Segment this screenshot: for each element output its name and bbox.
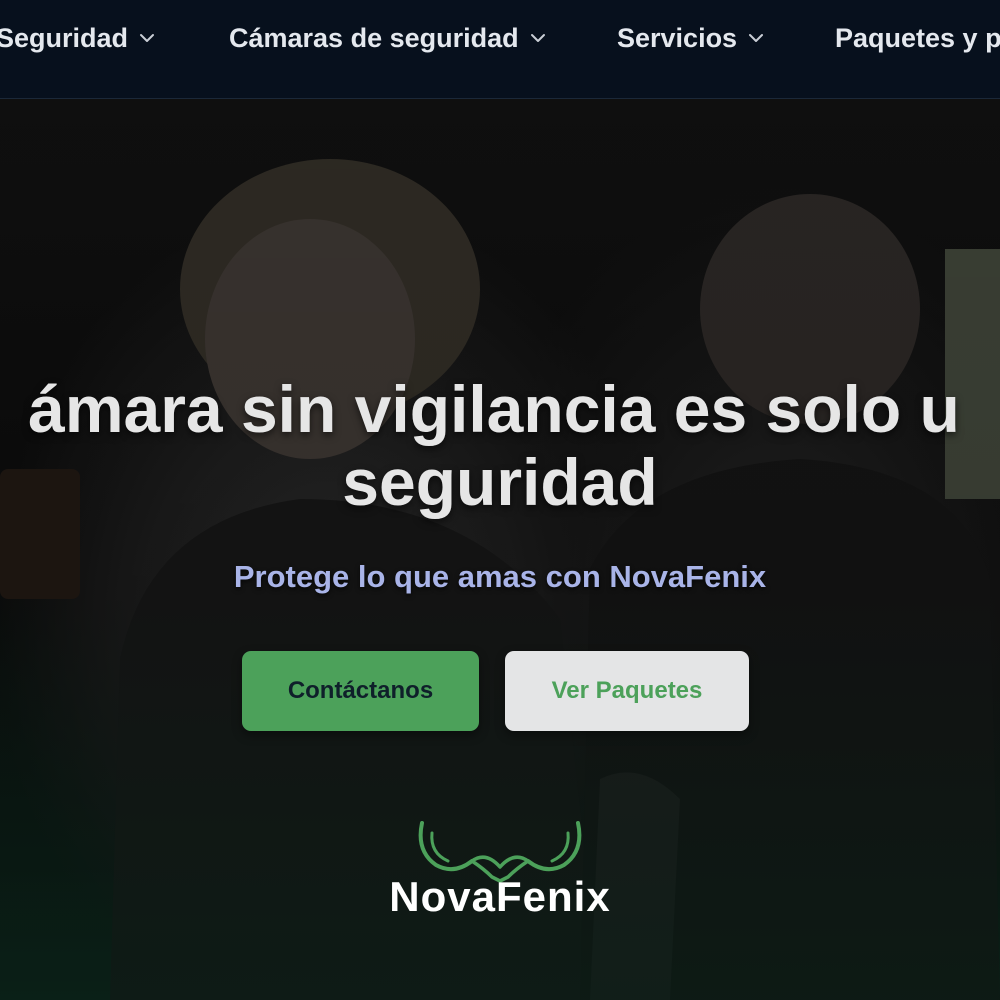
hero-headline-line2: seguridad <box>342 445 658 519</box>
nav-item-seguridad[interactable]: Seguridad <box>0 18 156 58</box>
nav-item-camaras[interactable]: Cámaras de seguridad <box>229 18 547 58</box>
nav-item-servicios[interactable]: Servicios <box>617 18 765 58</box>
view-packages-button[interactable]: Ver Paquetes <box>505 651 749 731</box>
hero-section: ámara sin vigilancia es solo u seguridad… <box>0 99 1000 1000</box>
chevron-down-icon <box>749 34 764 42</box>
brand-logo-text: NovaFenix <box>389 873 611 920</box>
hero-headline-line1: ámara sin vigilancia es solo u <box>28 372 960 446</box>
chevron-down-icon <box>530 34 545 42</box>
nav-item-paquetes[interactable]: Paquetes y pr <box>835 18 1000 58</box>
nav-item-label: Paquetes y pr <box>835 22 1000 53</box>
page: Seguridad Cámaras de seguridad Servicios… <box>0 0 1000 1000</box>
brand-logo[interactable]: NovaFenix <box>380 821 620 951</box>
nav-item-label: Cámaras de seguridad <box>229 22 519 53</box>
nav-item-label: Servicios <box>617 22 738 53</box>
nav-item-label: Seguridad <box>0 22 129 53</box>
chevron-down-icon <box>140 34 155 42</box>
hero-subtitle: Protege lo que amas con NovaFenix <box>233 559 767 594</box>
contact-button[interactable]: Contáctanos <box>242 651 479 731</box>
top-navigation: Seguridad Cámaras de seguridad Servicios… <box>0 0 1000 99</box>
